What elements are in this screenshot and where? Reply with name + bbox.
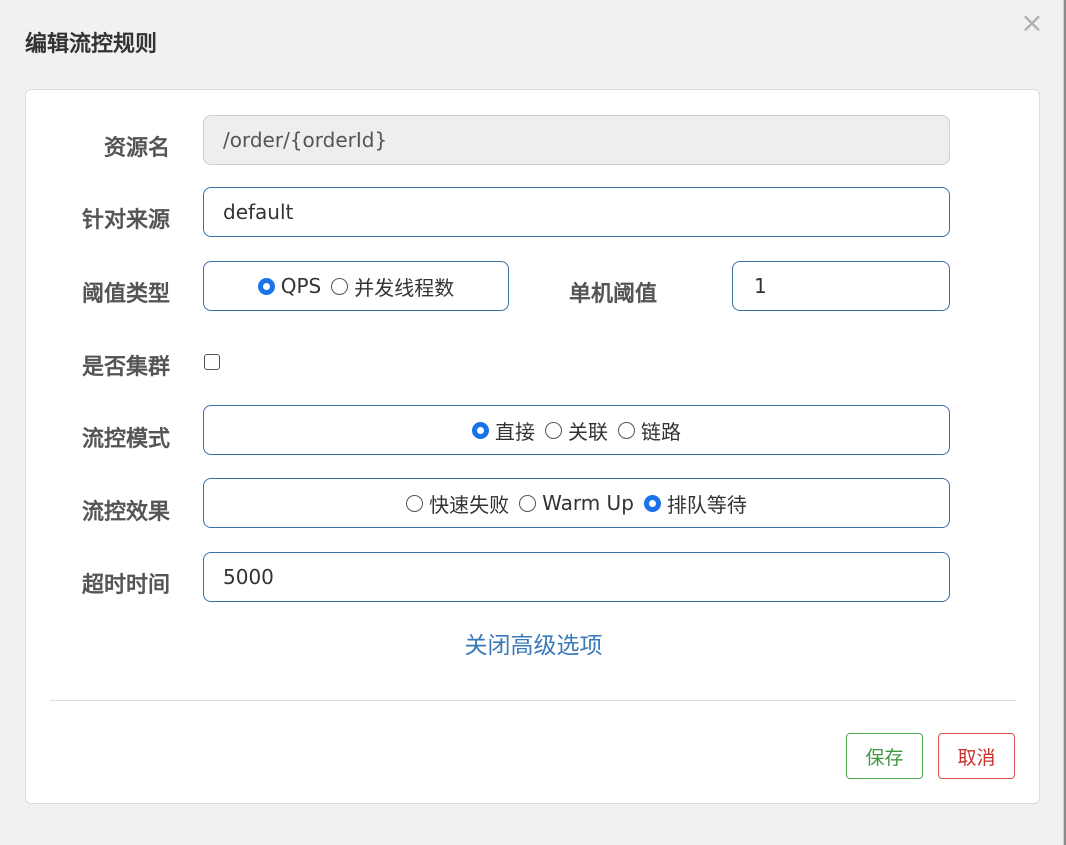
strategy-option-label: 直接 — [495, 419, 535, 444]
strategy-option-direct[interactable]: 直接 — [472, 416, 535, 445]
radio-checked-icon[interactable] — [643, 494, 661, 512]
timeout-label: 超时时间 — [81, 573, 170, 598]
radio-checked-icon[interactable] — [472, 421, 489, 439]
advanced-options-toggle-link[interactable]: 关闭高级选项 — [26, 626, 1041, 660]
edit-flow-rule-dialog: 编辑流控规则 × 资源名 /order/{orderId} 针对来源 defau… — [0, 0, 1064, 845]
radio-unchecked-icon[interactable] — [519, 494, 537, 512]
strategy-option-relate[interactable]: 关联 — [545, 416, 608, 445]
strategy-option-chain[interactable]: 链路 — [618, 416, 681, 445]
cluster-checkbox[interactable] — [204, 354, 220, 370]
resource-name-field: /order/{orderId} — [203, 115, 950, 165]
radio-unchecked-icon[interactable] — [618, 421, 635, 439]
strategy-option-label: 链路 — [641, 419, 681, 444]
cancel-button[interactable]: 取消 — [938, 733, 1015, 779]
threshold-input[interactable]: 1 — [732, 261, 950, 311]
timeout-input[interactable]: 5000 — [203, 552, 950, 602]
control-behavior-label: 流控效果 — [81, 500, 170, 525]
grade-option-qps[interactable]: QPS — [257, 274, 322, 298]
behavior-option-label: 快速失败 — [429, 492, 510, 517]
save-button[interactable]: 保存 — [846, 733, 923, 779]
grade-option-label: QPS — [280, 274, 322, 298]
radio-unchecked-icon[interactable] — [406, 494, 424, 512]
strategy-option-label: 关联 — [568, 419, 608, 444]
strategy-radio-group: 直接 关联 链路 — [203, 405, 950, 455]
radio-unchecked-icon[interactable] — [545, 421, 562, 439]
footer-divider — [50, 700, 1016, 701]
behavior-option-fail-fast[interactable]: 快速失败 — [406, 489, 509, 518]
cluster-label: 是否集群 — [81, 355, 170, 380]
behavior-option-queue[interactable]: 排队等待 — [643, 489, 747, 518]
behavior-option-label: Warm Up — [542, 491, 634, 515]
limit-app-input[interactable]: default — [203, 187, 950, 237]
radio-checked-icon[interactable] — [257, 277, 275, 295]
threshold-label: 单机阈值 — [568, 282, 657, 307]
behavior-option-warm-up[interactable]: Warm Up — [519, 491, 634, 515]
behavior-option-label: 排队等待 — [666, 492, 747, 517]
grade-label: 阈值类型 — [81, 282, 170, 307]
limit-app-label: 针对来源 — [81, 208, 170, 233]
strategy-label: 流控模式 — [81, 427, 170, 452]
resource-name-label: 资源名 — [103, 136, 170, 161]
close-icon[interactable]: × — [1019, 8, 1045, 38]
form-panel: 资源名 /order/{orderId} 针对来源 default 阈值类型 Q… — [25, 89, 1040, 804]
control-behavior-radio-group: 快速失败 Warm Up 排队等待 — [203, 478, 950, 528]
grade-option-threads[interactable]: 并发线程数 — [331, 272, 454, 301]
grade-option-label: 并发线程数 — [354, 275, 455, 300]
radio-unchecked-icon[interactable] — [331, 277, 349, 295]
grade-radio-group: QPS 并发线程数 — [203, 261, 509, 311]
dialog-title: 编辑流控规则 — [25, 32, 158, 57]
